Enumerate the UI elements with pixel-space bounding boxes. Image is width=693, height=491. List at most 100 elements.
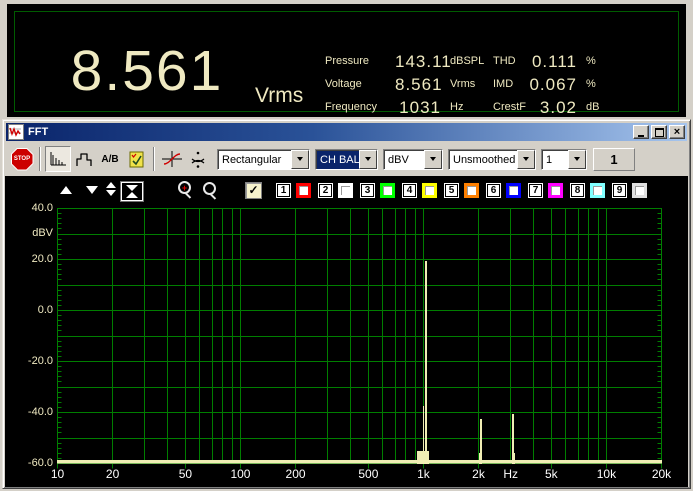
fft-window-icon [8, 124, 24, 140]
trace-color-swatch[interactable] [422, 183, 437, 198]
trace-color-swatch[interactable] [296, 183, 311, 198]
trace-visible-checkbox[interactable]: ✓ [245, 182, 262, 199]
meter-main-unit: Vrms [255, 84, 303, 108]
trace-color-swatch[interactable] [632, 183, 647, 198]
trace-color-swatch[interactable] [464, 183, 479, 198]
trace-number-display: 1 [593, 148, 635, 171]
reading-label: Frequency [325, 96, 395, 119]
toolbar-separator [39, 147, 41, 171]
handle-icon [210, 193, 216, 199]
reading-unit: % [579, 50, 605, 73]
zoom-in-icon[interactable]: + [176, 181, 194, 199]
y-axis-tick-label: 40.0 [7, 201, 53, 216]
app-screen: 8.561 Vrms Pressure143.11dBSPLTHD0.111%V… [0, 0, 693, 491]
chevron-down-icon [523, 157, 529, 161]
spectrum-plot-canvas[interactable] [57, 208, 663, 470]
trace-number-chip[interactable]: 8 [571, 184, 584, 197]
trace-chip-pair: 8 [571, 183, 605, 198]
reading-value: 0.067 [529, 73, 579, 96]
trace-number-chip[interactable]: 6 [487, 184, 500, 197]
trace-number-chip[interactable]: 3 [361, 184, 374, 197]
combo-dropdown-button[interactable] [424, 150, 442, 169]
smoothing-value: Unsmoothed [450, 151, 517, 169]
time-series-icon [75, 151, 93, 167]
y-axis-tick-label: dBV [7, 226, 53, 241]
ab-compare-button[interactable]: A/B [97, 146, 123, 172]
trace-chips-row: 1 2 3 4 5 6 7 8 9 [277, 183, 655, 198]
compress-down-icon [126, 185, 138, 191]
level-meter-panel: 8.561 Vrms Pressure143.11dBSPLTHD0.111%V… [7, 4, 686, 117]
trace-number-chip[interactable]: 2 [319, 184, 332, 197]
combo-dropdown-button[interactable] [291, 150, 309, 169]
fft-window: FFT × STOP [2, 119, 691, 489]
window-type-value: Rectangular [219, 151, 291, 169]
time-series-view-button[interactable] [71, 146, 97, 172]
trace-color-swatch[interactable] [590, 183, 605, 198]
smoothing-combo[interactable]: Unsmoothed [448, 149, 536, 170]
compress-up-icon [126, 192, 138, 198]
trace-number-chip[interactable]: 4 [403, 184, 416, 197]
averaging-button[interactable] [185, 146, 211, 172]
reading-unit: Hz [443, 96, 493, 119]
close-button[interactable]: × [669, 125, 685, 139]
y-axis-tick-label: 0.0 [7, 303, 53, 318]
trace-number-chip[interactable]: 7 [529, 184, 542, 197]
toolbar: STOP A/B [5, 142, 688, 176]
phase-display-button[interactable] [159, 146, 185, 172]
y-axis-labels: 40.020.00.0-20.0-40.0-60.0dBV [5, 208, 55, 468]
maximize-button[interactable] [651, 125, 667, 139]
spectrum-view-button[interactable] [45, 146, 71, 172]
chevron-down-icon [574, 157, 580, 161]
chevron-down-icon [365, 157, 371, 161]
trace-color-swatch[interactable] [338, 183, 353, 198]
trace-chip-pair: 9 [613, 183, 647, 198]
trace-number-chip[interactable]: 1 [277, 184, 290, 197]
scale-down-icon[interactable] [86, 186, 98, 194]
trace-number-chip[interactable]: 9 [613, 184, 626, 197]
reading-value: 0.111 [529, 50, 579, 73]
trace-color-swatch[interactable] [506, 183, 521, 198]
autoscale-icon[interactable] [121, 182, 143, 201]
options-checklist-button[interactable] [123, 146, 149, 172]
zoom-out-icon[interactable] [201, 182, 219, 200]
combo-dropdown-button[interactable] [568, 150, 586, 169]
meter-readings: Pressure143.11dBSPLTHD0.111%Voltage8.561… [325, 50, 605, 119]
combo-dropdown-button[interactable] [517, 150, 535, 169]
stop-button[interactable]: STOP [9, 146, 35, 172]
reading-value: 8.561 [395, 73, 443, 96]
combo-dropdown-button[interactable] [359, 150, 377, 169]
handle-icon [185, 192, 191, 198]
channel-combo[interactable]: CH BAL [315, 149, 378, 170]
minimize-button[interactable] [633, 125, 649, 139]
reading-value: 143.11 [395, 50, 443, 73]
maximize-icon [655, 128, 664, 137]
toolbar-separator [153, 147, 155, 171]
overlay-combo[interactable]: 1 [541, 149, 587, 170]
y-axis-tick-label: -20.0 [7, 354, 53, 369]
reading-label: Pressure [325, 50, 395, 73]
minimize-icon [638, 135, 644, 137]
trace-chip-pair: 4 [403, 183, 437, 198]
chevron-down-icon [297, 157, 303, 161]
channel-value: CH BAL [317, 151, 359, 169]
close-icon: × [674, 127, 680, 137]
trace-number-chip[interactable]: 5 [445, 184, 458, 197]
meter-main-value: 8.561 [55, 38, 239, 104]
reading-label: IMD [493, 73, 529, 96]
overlay-value: 1 [543, 151, 568, 169]
scale-up-icon[interactable] [60, 186, 72, 194]
window-type-combo[interactable]: Rectangular [217, 149, 310, 170]
window-title: FFT [28, 126, 631, 138]
averaging-icon [188, 150, 208, 168]
trace-color-swatch[interactable] [380, 183, 395, 198]
plus-icon: + [182, 184, 187, 192]
window-buttons: × [631, 125, 685, 139]
amplitude-unit-combo[interactable]: dBV [383, 149, 443, 170]
lens-icon [203, 182, 216, 195]
expand-scale-icon[interactable] [106, 182, 116, 196]
phase-axes-icon [161, 150, 183, 168]
spectrum-icon [49, 151, 67, 167]
trace-color-swatch[interactable] [548, 183, 563, 198]
y-axis-tick-label: 20.0 [7, 252, 53, 267]
titlebar[interactable]: FFT × [6, 123, 687, 141]
